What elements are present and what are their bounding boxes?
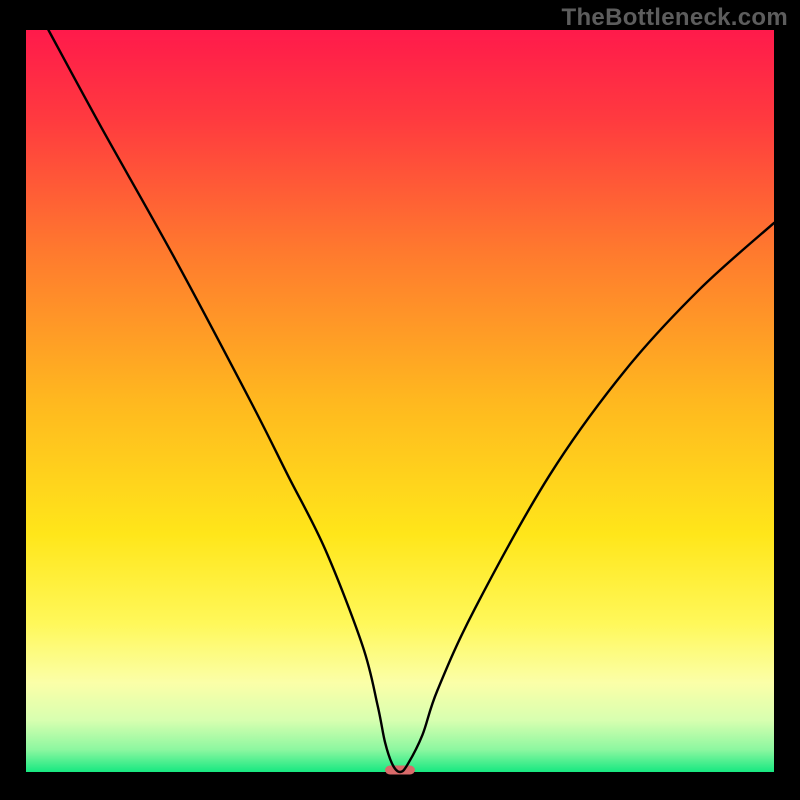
chart-container: TheBottleneck.com bbox=[0, 0, 800, 800]
bottleneck-chart bbox=[0, 0, 800, 800]
watermark-text: TheBottleneck.com bbox=[562, 4, 788, 32]
plot-area bbox=[26, 30, 774, 772]
